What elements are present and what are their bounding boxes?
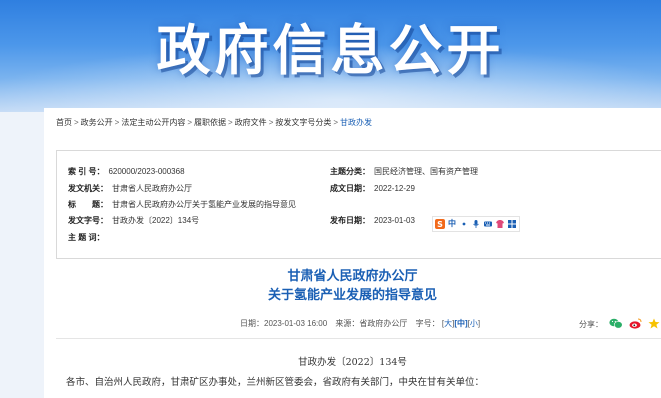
document-title: 甘肃省人民政府办公厅 关于氢能产业发展的指导意见 xyxy=(44,266,661,304)
font-size-switcher: [大][中][小] xyxy=(441,319,481,328)
breadcrumb-separator: > xyxy=(187,118,193,127)
breadcrumb-separator: > xyxy=(114,118,120,127)
breadcrumb-duty-basis[interactable]: 履职依据 xyxy=(194,118,226,127)
svg-text:S: S xyxy=(437,220,443,229)
breadcrumb-current[interactable]: 甘政办发 xyxy=(340,118,372,127)
source-value: 省政府办公厅 xyxy=(359,319,408,328)
document-info-bar: 日期：2023-01-03 16:00 来源：省政府办公厅 字号： [大][中]… xyxy=(240,318,480,329)
weibo-icon[interactable] xyxy=(629,318,642,331)
keyboard-icon[interactable] xyxy=(483,219,493,229)
breadcrumb-separator: > xyxy=(268,118,274,127)
grid-icon[interactable] xyxy=(507,219,517,229)
document-greeting: 各市、自治州人民政府，甘肃矿区办事处，兰州新区管委会，省政府有关部门，中央在甘有… xyxy=(66,377,485,388)
meta-publish-date-label: 发布日期： xyxy=(330,216,370,225)
meta-title-value: 甘肃省人民政府办公厅关于氢能产业发展的指导意见 xyxy=(112,200,296,209)
breadcrumb: 首页 > 政务公开 > 法定主动公开内容 > 履职依据 > 政府文件 > 按发文字号分类 > 甘政办发 xyxy=(56,117,372,128)
meta-doc-number-value: 甘政办发〔2022〕134号 xyxy=(112,216,200,225)
meta-issuer: 发文机关： 甘肃省人民政府办公厅 xyxy=(68,183,192,194)
meta-issuer-value: 甘肃省人民政府办公厅 xyxy=(112,184,192,193)
meta-publish-date: 发布日期： 2023-01-03 xyxy=(330,215,415,226)
document-metadata-box: 索 引 号： 620000/2023-000368 主题分类： 国民经济管理、国有资… xyxy=(56,150,661,259)
input-method-toolbar: S 中 xyxy=(432,216,520,232)
meta-index-value: 620000/2023-000368 xyxy=(108,167,185,176)
breadcrumb-home[interactable]: 首页 xyxy=(56,118,72,127)
qzone-star-icon[interactable] xyxy=(648,318,660,331)
font-large-link[interactable]: 大 xyxy=(444,319,452,328)
document-title-line2: 关于氢能产业发展的指导意见 xyxy=(267,287,437,302)
breadcrumb-separator: > xyxy=(74,118,79,127)
document-title-line1: 甘肃省人民政府办公厅 xyxy=(287,268,418,283)
breadcrumb-statutory[interactable]: 法定主动公开内容 xyxy=(121,118,185,127)
document-number: 甘政办发〔2022〕134号 xyxy=(298,357,407,368)
meta-publish-date-value: 2023-01-03 xyxy=(374,216,415,225)
meta-issuer-label: 发文机关： xyxy=(68,184,108,193)
meta-category-label: 主题分类： xyxy=(330,167,370,176)
meta-date-made-label: 成文日期： xyxy=(330,184,370,193)
wechat-icon[interactable] xyxy=(609,318,623,331)
breadcrumb-gov-files[interactable]: 政府文件 xyxy=(235,118,267,127)
meta-index-label: 索 引 号： xyxy=(68,167,105,176)
chinese-icon[interactable]: 中 xyxy=(447,219,457,229)
meta-doc-number: 发文字号： 甘政办发〔2022〕134号 xyxy=(68,215,199,226)
header-banner: 政府信息公开 xyxy=(0,0,661,112)
breadcrumb-gov-affairs[interactable]: 政务公开 xyxy=(81,118,113,127)
content-divider xyxy=(56,338,661,339)
meta-title: 标 题： 甘肃省人民政府办公厅关于氢能产业发展的指导意见 xyxy=(68,199,296,210)
breadcrumb-separator: > xyxy=(228,118,233,127)
banner-title: 政府信息公开 xyxy=(156,19,505,82)
content-panel: 首页 > 政务公开 > 法定主动公开内容 > 履职依据 > 政府文件 > 按发文字号分类 > 甘政办发 … xyxy=(44,108,661,398)
meta-keywords: 主 题 词： xyxy=(68,232,104,243)
dot-icon[interactable] xyxy=(459,219,469,229)
breadcrumb-by-doc-number[interactable]: 按发文字号分类 xyxy=(275,118,331,127)
share-bar: 分享： xyxy=(579,318,660,331)
meta-keywords-label: 主 题 词： xyxy=(68,233,105,242)
microphone-icon[interactable] xyxy=(471,219,481,229)
meta-index: 索 引 号： 620000/2023-000368 xyxy=(68,166,185,177)
font-medium-link[interactable]: 中 xyxy=(457,319,465,328)
breadcrumb-separator: > xyxy=(333,118,339,127)
date-label: 日期： xyxy=(240,319,264,328)
font-small-link[interactable]: 小 xyxy=(470,319,478,328)
date-value: 2023-01-03 16:00 xyxy=(264,319,328,328)
meta-date-made: 成文日期： 2022-12-29 xyxy=(330,183,415,194)
meta-category: 主题分类： 国民经济管理、国有资产管理 xyxy=(330,166,478,177)
meta-title-label: 标 题： xyxy=(68,200,108,209)
font-size-label: 字号： xyxy=(415,319,440,328)
sogou-icon[interactable]: S xyxy=(435,219,445,229)
source-label: 来源： xyxy=(335,319,360,328)
meta-category-value: 国民经济管理、国有资产管理 xyxy=(374,167,478,176)
shirt-icon[interactable] xyxy=(495,219,505,229)
meta-date-made-value: 2022-12-29 xyxy=(374,184,415,193)
meta-doc-number-label: 发文字号： xyxy=(68,216,108,225)
share-label: 分享： xyxy=(579,320,603,329)
